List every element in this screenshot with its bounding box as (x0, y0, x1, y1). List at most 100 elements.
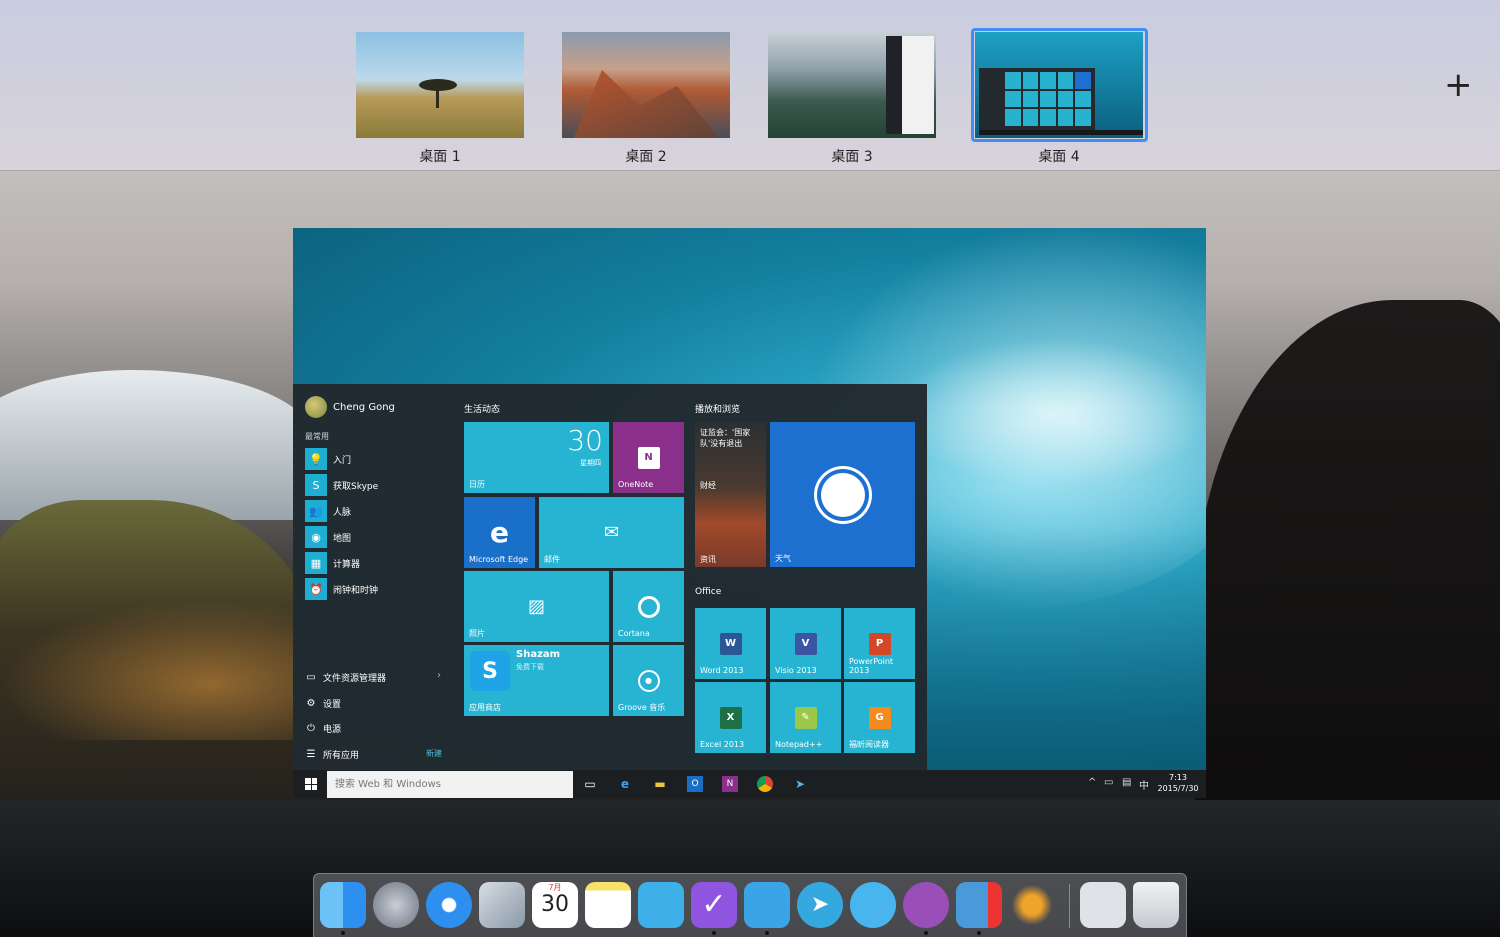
user-name: Cheng Gong (333, 401, 395, 413)
network-icon[interactable]: ▭ (1104, 777, 1113, 788)
safari-icon[interactable] (426, 882, 472, 928)
desktop-thumbnail-4[interactable] (975, 32, 1143, 138)
desktop-thumbnail-3[interactable] (768, 32, 936, 138)
windows-desktop-window[interactable]: Cheng Gong 最常用 💡 入门 S 获取Skype 👥 人脉 ◉ 地图 ▦ 计算器… (293, 228, 1206, 798)
calendar-tile[interactable]: 30 星期四 日历 (464, 422, 609, 493)
gear-icon: ⚙ (306, 698, 316, 709)
store-app-subtitle: 免费下载 (516, 663, 544, 671)
photos-tile[interactable]: ▨ 照片 (464, 571, 609, 642)
word-tile[interactable]: W Word 2013 (695, 608, 766, 679)
avatar (305, 396, 327, 418)
cortana-tile[interactable]: Cortana (613, 571, 684, 642)
edge-taskbar-icon[interactable]: e (617, 776, 633, 792)
foxit-tile[interactable]: G 福昕阅读器 (844, 682, 915, 753)
mail-tile[interactable]: ✉ 邮件 (539, 497, 684, 568)
power-item[interactable]: ⏻ 电源 (305, 722, 341, 735)
cortana-icon (637, 595, 660, 618)
file-explorer-item[interactable]: ▭ 文件资源管理器 (305, 671, 386, 684)
foxit-icon: G (868, 706, 891, 729)
action-center-icon[interactable]: ▤ (1122, 777, 1131, 788)
visio-tile[interactable]: V Visio 2013 (770, 608, 841, 679)
user-account[interactable]: Cheng Gong (305, 396, 395, 418)
app-item-alarms[interactable]: ⏰ 闹钟和时钟 (305, 576, 378, 602)
telegram-icon[interactable]: ➤ (797, 882, 843, 928)
screen-sharing-icon[interactable] (903, 882, 949, 928)
desktop-thumbnail-2[interactable] (562, 32, 730, 138)
lightbulb-icon: 💡 (305, 448, 327, 470)
visio-icon: V (794, 632, 817, 655)
preview-icon[interactable] (1080, 882, 1126, 928)
tweetbot-icon[interactable] (744, 882, 790, 928)
book-icon[interactable] (638, 882, 684, 928)
store-tile[interactable]: S Shazam 免费下载 应用商店 (464, 645, 609, 716)
parallels-icon[interactable] (956, 882, 1002, 928)
list-icon: ☰ (306, 749, 316, 760)
powerpoint-tile[interactable]: P PowerPoint 2013 (844, 608, 915, 679)
group-title-play: 播放和浏览 (695, 405, 741, 415)
outlook-taskbar-icon[interactable]: O (687, 776, 703, 792)
news-tile[interactable]: 证监会：'国家队'没有退出 财经 资讯 (695, 422, 766, 567)
finder-icon[interactable] (320, 882, 366, 928)
mail-hawk-icon[interactable] (479, 882, 525, 928)
app-item-get-started[interactable]: 💡 入门 (305, 446, 378, 472)
trash-icon[interactable] (1133, 882, 1179, 928)
new-badge: 新建 (426, 749, 442, 758)
sun-icon (820, 472, 865, 517)
app-item-maps[interactable]: ◉ 地图 (305, 524, 378, 550)
group-title-office: Office (695, 587, 722, 597)
onenote-tile[interactable]: N OneNote (613, 422, 684, 493)
telegram-taskbar-icon[interactable]: ➤ (792, 776, 808, 792)
messages-icon[interactable] (850, 882, 896, 928)
notepad-tile[interactable]: ✎ Notepad++ (770, 682, 841, 753)
dock: 7月 30 ✓ ➤ (313, 873, 1187, 937)
dock-separator (1069, 884, 1070, 928)
explorer-taskbar-icon[interactable]: ▬ (652, 776, 668, 792)
clock[interactable]: 7:13 2015/7/30 (1153, 772, 1203, 794)
desktop-label-1: 桌面 1 (419, 149, 461, 165)
people-icon: 👥 (305, 500, 327, 522)
all-apps-item[interactable]: ☰ 所有应用 (305, 748, 360, 761)
chevron-up-icon[interactable]: ^ (1088, 777, 1096, 788)
spaces-bar: 桌面 1 桌面 2 桌面 3 桌面 4 + (0, 0, 1500, 171)
search-input[interactable]: 搜索 Web 和 Windows (327, 771, 573, 798)
ime-indicator[interactable]: 中 (1139, 777, 1149, 792)
launchpad-icon[interactable] (373, 882, 419, 928)
most-used-list: 💡 入门 S 获取Skype 👥 人脉 ◉ 地图 ▦ 计算器 ⏰ 闹钟和时钟 (305, 446, 378, 602)
app-item-skype[interactable]: S 获取Skype (305, 472, 378, 498)
onenote-taskbar-icon[interactable]: N (722, 776, 738, 792)
desktop-label-3: 桌面 3 (831, 149, 873, 165)
clock-date: 2015/7/30 (1157, 784, 1199, 793)
windows-taskbar: 搜索 Web 和 Windows ▭ e ▬ O N ➤ ^ ▭ ▤ 中 7:1… (293, 770, 1206, 798)
desktop-label-4: 桌面 4 (1038, 149, 1080, 165)
app-item-calculator[interactable]: ▦ 计算器 (305, 550, 378, 576)
groove-tile[interactable]: ● Groove 音乐 (613, 645, 684, 716)
desktop-thumbnail-1[interactable] (356, 32, 524, 138)
onenote-icon: N (637, 446, 660, 469)
photo-icon: ▨ (527, 596, 545, 617)
calendar-icon[interactable]: 7月 30 (532, 882, 578, 928)
task-view-icon[interactable]: ▭ (582, 776, 598, 792)
edge-tile[interactable]: e Microsoft Edge (464, 497, 535, 568)
app-item-people[interactable]: 👥 人脉 (305, 498, 378, 524)
settings-item[interactable]: ⚙ 设置 (305, 697, 342, 710)
news-label: 资讯 (700, 555, 716, 564)
chevron-right-icon[interactable]: › (437, 670, 441, 681)
calendar-day: 30 (567, 424, 603, 457)
skype-icon: S (305, 474, 327, 496)
weather-tile[interactable]: 天气 (770, 422, 915, 567)
windows-start-icon[interactable] (305, 778, 317, 790)
excel-tile[interactable]: X Excel 2013 (695, 682, 766, 753)
chrome-taskbar-icon[interactable] (757, 776, 773, 792)
excel-icon: X (719, 706, 742, 729)
map-icon: ◉ (305, 526, 327, 548)
shazam-icon: S (470, 651, 510, 691)
word-icon: W (719, 632, 742, 655)
tasks-icon[interactable]: ✓ (691, 882, 737, 928)
plus-icon[interactable]: + (1444, 68, 1473, 102)
power-icon: ⏻ (307, 723, 315, 734)
tes-icon[interactable] (1009, 882, 1055, 928)
finance-label: 财经 (700, 481, 716, 490)
mail-icon: ✉ (603, 522, 620, 543)
news-headline: 证监会：'国家队'没有退出 (700, 428, 751, 448)
notes-icon[interactable] (585, 882, 631, 928)
